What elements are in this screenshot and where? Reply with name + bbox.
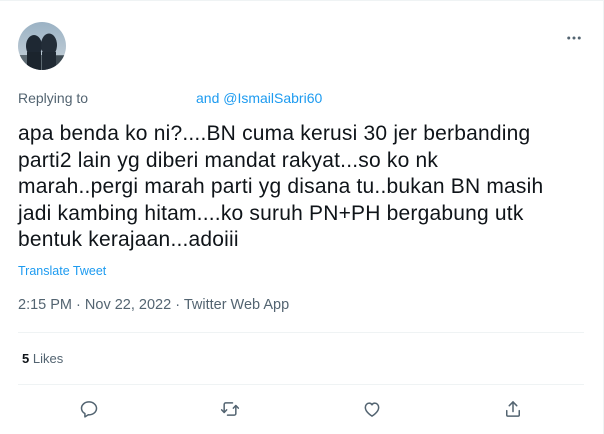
tweet-text-line: marah..pergi marah parti yg disana tu..b… — [18, 175, 544, 198]
reply-icon — [80, 401, 98, 418]
tweet-text-line: bentuk kerajaan...adoiii — [18, 228, 239, 251]
tweet-text-line: apa benda ko ni?....BN cuma kerusi 30 je… — [18, 122, 531, 145]
likes-stat-link[interactable]: 5 Likes — [22, 351, 63, 366]
meta-separator: · — [76, 297, 81, 313]
tweet-text-line: parti2 lain yg diberi mandat rakyat...so… — [18, 148, 439, 172]
divider — [18, 332, 584, 333]
more-icon — [567, 36, 581, 40]
reply-button[interactable] — [74, 394, 104, 424]
share-button[interactable] — [498, 394, 528, 424]
tweet-actions-bar — [0, 394, 604, 424]
retweet-button[interactable] — [215, 394, 245, 424]
like-icon — [364, 402, 380, 417]
tweet-date-link[interactable]: Nov 22, 2022 — [85, 297, 171, 313]
avatar-image — [18, 22, 66, 70]
like-button[interactable] — [357, 394, 387, 424]
reply-context: Replying to and @IsmailSabri60 — [18, 90, 322, 106]
top-divider — [0, 0, 604, 1]
more-options-button[interactable] — [562, 26, 586, 50]
translate-tweet-link[interactable]: Translate Tweet — [18, 264, 106, 278]
tweet-text: apa benda ko ni?....BN cuma kerusi 30 je… — [18, 121, 584, 254]
retweet-icon — [220, 402, 240, 416]
likes-label: Likes — [32, 351, 64, 366]
meta-separator: · — [175, 297, 181, 313]
replying-to-label: Replying to — [18, 90, 89, 106]
divider — [18, 384, 584, 385]
likes-count: 5 — [22, 351, 30, 366]
tweet-metadata: 2:15 PM · Nov 22, 2022 · Twitter Web App — [18, 297, 289, 313]
share-icon — [506, 401, 520, 417]
reply-handles-link[interactable]: and @IsmailSabri60 — [196, 90, 322, 106]
tweet-text-line: jadi kambing hitam....ko suruh PN+PH ber… — [18, 201, 524, 225]
avatar[interactable] — [18, 22, 66, 70]
tweet-source-link[interactable]: Twitter Web App — [184, 297, 289, 313]
tweet-time-link[interactable]: 2:15 PM — [18, 297, 72, 313]
